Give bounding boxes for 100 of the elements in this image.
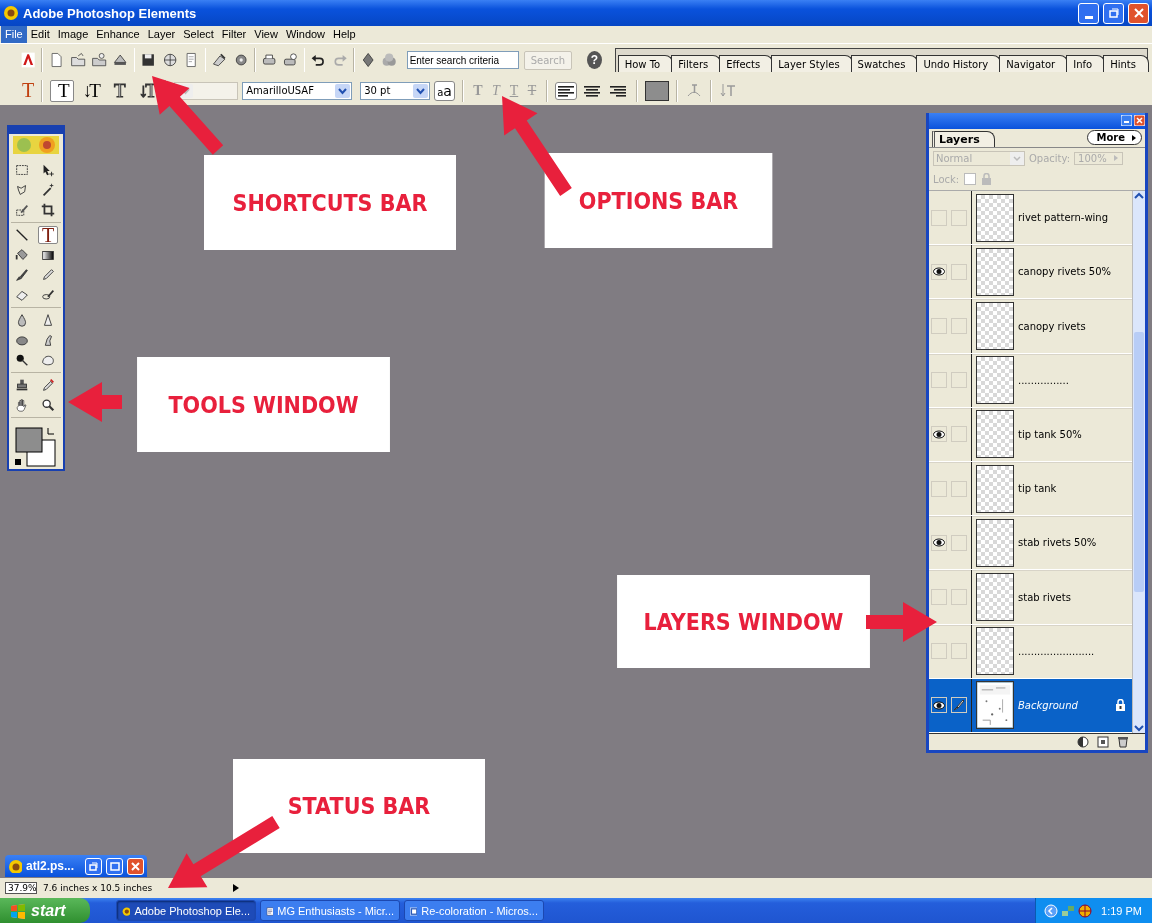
link-toggle[interactable] xyxy=(951,372,967,389)
visibility-toggle[interactable] xyxy=(931,209,947,226)
scroll-down-icon[interactable] xyxy=(1133,723,1145,733)
layer-row[interactable]: canopy rivets xyxy=(929,299,1132,354)
menu-item[interactable]: View xyxy=(250,26,282,43)
type-tool[interactable]: T xyxy=(38,226,58,244)
link-toggle[interactable] xyxy=(951,480,967,497)
palette-tab[interactable]: Filters xyxy=(671,55,722,72)
layer-name: ................ xyxy=(1018,374,1070,386)
color-swatches-icon[interactable] xyxy=(14,426,58,468)
layer-row[interactable]: stab rivets xyxy=(929,570,1132,625)
link-toggle[interactable] xyxy=(951,697,967,714)
visibility-toggle[interactable] xyxy=(931,697,947,714)
link-toggle[interactable] xyxy=(951,318,967,334)
close-button[interactable] xyxy=(1128,2,1149,24)
visibility-toggle[interactable] xyxy=(931,480,947,497)
palette-tab[interactable]: Info xyxy=(1066,55,1106,72)
layer-thumbnail xyxy=(976,573,1014,621)
lock-transparency-checkbox[interactable] xyxy=(964,173,977,185)
menu-item[interactable]: Edit xyxy=(26,26,54,43)
visibility-toggle[interactable] xyxy=(931,589,947,605)
font-family-dropdown[interactable]: AmarilloUSAF xyxy=(242,81,353,100)
eye-icon xyxy=(933,538,945,548)
brush-icon xyxy=(953,699,965,712)
menu-item[interactable]: Window xyxy=(281,26,330,43)
palette-tab[interactable]: Layer Styles xyxy=(771,55,853,72)
visibility-toggle[interactable] xyxy=(931,318,947,334)
menu-item[interactable]: Image xyxy=(53,26,93,43)
app-logo-icon xyxy=(3,5,19,21)
layer-thumbnail xyxy=(976,302,1014,350)
search-field[interactable]: Enter search criteria xyxy=(406,51,519,69)
palette-tab[interactable]: Hints xyxy=(1103,55,1149,72)
layer-row[interactable]: ................ xyxy=(929,353,1132,408)
more-button[interactable]: More xyxy=(1087,130,1142,145)
restore-button[interactable] xyxy=(85,857,102,875)
layer-row[interactable]: rivet pattern-wing xyxy=(929,191,1132,246)
new-layer-icon[interactable] xyxy=(1097,736,1109,748)
link-toggle[interactable] xyxy=(951,426,967,443)
visibility-toggle[interactable] xyxy=(931,372,947,389)
align-left-icon[interactable] xyxy=(554,81,577,100)
menu-item[interactable]: Help xyxy=(329,26,360,43)
restore-button[interactable] xyxy=(1103,2,1124,24)
layer-row[interactable]: Background xyxy=(929,678,1132,734)
visibility-toggle[interactable] xyxy=(931,426,947,443)
menu-item[interactable]: Select xyxy=(179,26,218,43)
layer-row[interactable]: tip tank 50% xyxy=(929,407,1132,462)
palette-tab[interactable]: How To xyxy=(617,55,674,72)
maximize-button[interactable] xyxy=(106,857,123,875)
type-tool-button[interactable]: ↓T xyxy=(134,79,159,102)
type-tool-button[interactable]: T xyxy=(50,79,75,102)
trash-icon[interactable] xyxy=(1117,736,1129,748)
layer-thumbnail xyxy=(976,193,1014,242)
taskbar-button[interactable]: Adobe Photoshop Ele... xyxy=(116,900,256,921)
zoom-field[interactable]: 37.9% xyxy=(5,882,37,894)
palette-tab[interactable]: Undo History xyxy=(916,55,1002,72)
adjustment-layer-icon[interactable] xyxy=(1077,736,1089,748)
callout-label: TOOLS WINDOW xyxy=(137,357,390,452)
lock-label: Lock: xyxy=(933,173,960,185)
close-icon[interactable] xyxy=(1134,115,1145,126)
layer-row[interactable]: canopy rivets 50% xyxy=(929,245,1132,300)
link-toggle[interactable] xyxy=(951,209,967,226)
layer-row[interactable]: ........................ xyxy=(929,624,1132,679)
layer-thumbnail xyxy=(976,464,1014,513)
text-color-swatch[interactable] xyxy=(644,80,669,101)
menu-item[interactable]: Enhance xyxy=(92,26,144,43)
font-size-dropdown[interactable]: 30 pt xyxy=(360,81,431,100)
taskbar-button[interactable]: MG Enthusiasts - Micr... xyxy=(260,900,400,921)
scrollbar[interactable] xyxy=(1132,191,1145,733)
anti-alias-button[interactable]: aa xyxy=(434,80,455,101)
close-button[interactable] xyxy=(127,857,144,875)
link-toggle[interactable] xyxy=(951,589,967,605)
help-button[interactable]: ? xyxy=(587,51,602,69)
globe-icon[interactable] xyxy=(1078,903,1093,918)
link-toggle[interactable] xyxy=(951,263,967,280)
palette-tab[interactable]: Swatches xyxy=(850,55,919,72)
menu-item[interactable]: Layer xyxy=(143,26,180,43)
palette-tab[interactable]: Navigator xyxy=(999,55,1069,72)
minimize-button[interactable] xyxy=(1078,2,1099,24)
restore-icon xyxy=(1107,7,1120,19)
logo-icon[interactable] xyxy=(20,50,37,70)
layer-row[interactable]: stab rivets 50% xyxy=(929,516,1132,571)
taskbar-button[interactable]: Re-coloration - Micros... xyxy=(404,900,544,921)
layer-name: ........................ xyxy=(1018,645,1096,657)
menu-item[interactable]: Filter xyxy=(217,26,251,43)
scroll-up-icon[interactable] xyxy=(1133,191,1145,201)
type-tool-button[interactable]: ↓T xyxy=(78,79,103,102)
palette-tab[interactable]: Effects xyxy=(719,55,774,72)
status-menu-icon[interactable] xyxy=(233,884,240,892)
link-toggle[interactable] xyxy=(951,643,967,660)
link-toggle[interactable] xyxy=(951,534,967,551)
callout-label: STATUS BAR xyxy=(233,759,485,853)
layer-row[interactable]: tip tank xyxy=(929,462,1132,517)
minimize-icon[interactable] xyxy=(1121,115,1132,126)
visibility-toggle[interactable] xyxy=(931,643,947,660)
visibility-toggle[interactable] xyxy=(931,263,947,280)
new-document-icon[interactable] xyxy=(48,50,65,70)
layers-tab[interactable]: Layers xyxy=(932,131,995,147)
visibility-toggle[interactable] xyxy=(931,534,947,551)
minimize-icon xyxy=(1084,15,1093,19)
menu-item[interactable]: File xyxy=(1,26,27,43)
